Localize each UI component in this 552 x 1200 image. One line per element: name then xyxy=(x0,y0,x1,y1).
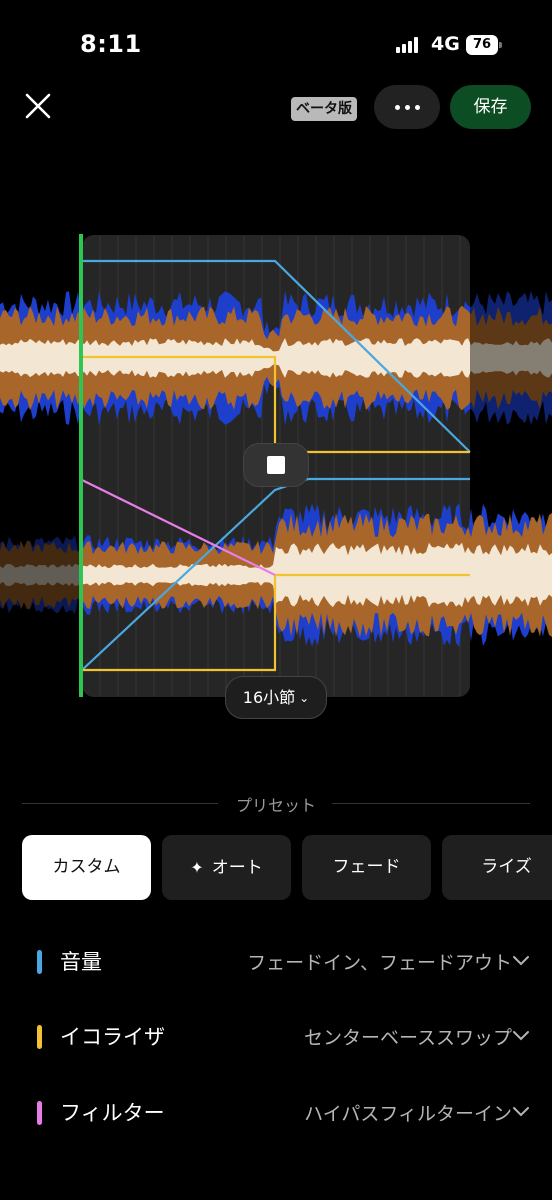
filter-color-bar xyxy=(37,1101,42,1125)
chevron-down-icon xyxy=(513,1031,529,1041)
preset-label: オート xyxy=(211,858,263,878)
preset-rise[interactable]: ライズ xyxy=(442,835,552,900)
battery-level: 76 xyxy=(466,35,498,55)
volume-setting-row[interactable]: 音量 フェードイン、フェードアウト xyxy=(0,943,552,983)
status-bar: 8:11 4G 76 xyxy=(0,0,552,92)
preset-fade[interactable]: フェード xyxy=(302,835,431,900)
bar-length-dropdown[interactable]: 16小節 ⌄ xyxy=(225,676,327,719)
preset-label: ライズ xyxy=(481,857,532,877)
stop-icon xyxy=(267,456,285,474)
clock: 8:11 xyxy=(80,30,142,58)
preset-list[interactable]: カスタム ✦ オート フェード ライズ xyxy=(22,835,552,901)
filter-setting-row[interactable]: フィルター ハイパスフィルターイン xyxy=(0,1094,552,1134)
stop-button[interactable] xyxy=(243,443,309,487)
chevron-down-icon xyxy=(513,1107,529,1117)
setting-name: 音量 xyxy=(60,950,102,974)
more-dots-icon xyxy=(394,104,400,110)
more-options-button[interactable] xyxy=(374,85,440,129)
setting-value: センターベーススワップ xyxy=(303,1027,512,1049)
volume-color-bar xyxy=(37,950,42,974)
preset-section-header: プリセット xyxy=(22,790,530,816)
network-type: 4G xyxy=(431,33,460,55)
chevron-down-icon xyxy=(513,956,529,966)
eq-color-bar xyxy=(37,1025,42,1049)
cellular-signal-icon xyxy=(396,37,422,53)
preset-auto[interactable]: ✦ オート xyxy=(162,835,291,900)
preset-header-label: プリセット xyxy=(235,796,316,815)
eq-setting-row[interactable]: イコライザ センターベーススワップ xyxy=(0,1018,552,1058)
setting-value: フェードイン、フェードアウト xyxy=(247,952,512,974)
setting-name: フィルター xyxy=(60,1101,165,1125)
chevron-down-icon: ⌄ xyxy=(299,691,310,705)
preset-label: カスタム xyxy=(52,857,121,877)
bar-length-label: 16小節 xyxy=(242,688,296,707)
preset-custom[interactable]: カスタム xyxy=(22,835,151,900)
playhead[interactable] xyxy=(79,234,83,697)
save-button[interactable]: 保存 xyxy=(450,85,531,129)
beta-badge: ベータ版 xyxy=(291,97,357,121)
setting-value: ハイパスフィルターイン xyxy=(304,1103,512,1125)
setting-name: イコライザ xyxy=(60,1025,165,1049)
close-button[interactable] xyxy=(20,88,56,124)
close-icon xyxy=(25,93,51,119)
battery-icon: 76 xyxy=(466,35,502,55)
sparkle-icon: ✦ xyxy=(190,858,204,877)
preset-label: フェード xyxy=(332,857,401,877)
